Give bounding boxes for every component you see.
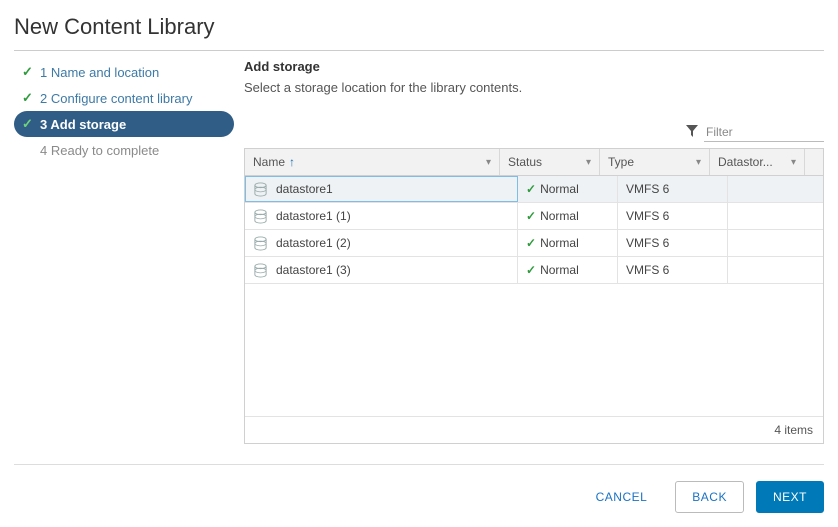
item-count: 4 items (774, 423, 813, 437)
chevron-down-icon: ▾ (486, 157, 491, 168)
table-row[interactable]: datastore1 ✓ Normal VMFS 6 (245, 176, 823, 203)
grid-body[interactable]: datastore1 ✓ Normal VMFS 6 datastore1 (1)… (245, 176, 823, 416)
cell-type: VMFS 6 (626, 209, 669, 223)
cell-status: Normal (540, 182, 579, 196)
step-name-location[interactable]: ✓ 1 Name and location (14, 59, 234, 85)
cell-name: datastore1 (1) (276, 209, 351, 223)
cell-status: Normal (540, 263, 579, 277)
cell-name: datastore1 (3) (276, 263, 351, 277)
column-spacer (805, 149, 823, 175)
check-icon: ✓ (22, 90, 34, 106)
status-ok-icon: ✓ (526, 182, 536, 196)
chevron-down-icon: ▾ (696, 157, 701, 168)
status-ok-icon: ✓ (526, 209, 536, 223)
datastore-icon (253, 209, 268, 224)
column-datastore[interactable]: Datastor... ▾ (710, 149, 805, 175)
column-label: Status (508, 155, 542, 169)
next-button[interactable]: NEXT (756, 481, 824, 513)
step-ready-complete: ✓ 4 Ready to complete (14, 137, 234, 163)
check-icon: ✓ (22, 64, 34, 80)
filter-icon (686, 125, 698, 140)
datastore-grid: Name ↑ ▾ Status ▾ Type ▾ Datastor... ▾ (244, 148, 824, 444)
wizard-buttons: CANCEL BACK NEXT (14, 464, 824, 513)
cell-status: Normal (540, 209, 579, 223)
panel-heading: Add storage (244, 59, 824, 74)
column-type[interactable]: Type ▾ (600, 149, 710, 175)
datastore-icon (253, 182, 268, 197)
cell-name: datastore1 (2) (276, 236, 351, 250)
grid-header: Name ↑ ▾ Status ▾ Type ▾ Datastor... ▾ (245, 149, 823, 176)
step-label: 1 Name and location (40, 65, 159, 80)
cell-name: datastore1 (276, 182, 333, 196)
step-configure-library[interactable]: ✓ 2 Configure content library (14, 85, 234, 111)
table-row[interactable]: datastore1 (1) ✓ Normal VMFS 6 (245, 203, 823, 230)
chevron-down-icon: ▾ (586, 157, 591, 168)
sort-asc-icon: ↑ (289, 155, 295, 169)
table-row[interactable]: datastore1 (3) ✓ Normal VMFS 6 (245, 257, 823, 284)
column-name[interactable]: Name ↑ ▾ (245, 149, 500, 175)
table-row[interactable]: datastore1 (2) ✓ Normal VMFS 6 (245, 230, 823, 257)
column-label: Datastor... (718, 155, 773, 169)
cancel-button[interactable]: CANCEL (580, 481, 664, 513)
column-status[interactable]: Status ▾ (500, 149, 600, 175)
step-label: 3 Add storage (40, 117, 126, 132)
step-label: 2 Configure content library (40, 91, 192, 106)
column-label: Type (608, 155, 634, 169)
cell-type: VMFS 6 (626, 263, 669, 277)
cell-type: VMFS 6 (626, 182, 669, 196)
column-label: Name (253, 155, 285, 169)
grid-footer: 4 items (245, 416, 823, 443)
datastore-icon (253, 236, 268, 251)
step-add-storage[interactable]: ✓ 3 Add storage (14, 111, 234, 137)
panel-subheading: Select a storage location for the librar… (244, 80, 824, 95)
cell-type: VMFS 6 (626, 236, 669, 250)
step-label: 4 Ready to complete (40, 143, 159, 158)
wizard-content: Add storage Select a storage location fo… (244, 59, 824, 444)
datastore-icon (253, 263, 268, 278)
status-ok-icon: ✓ (526, 263, 536, 277)
chevron-down-icon: ▾ (791, 157, 796, 168)
wizard-steps: ✓ 1 Name and location ✓ 2 Configure cont… (14, 59, 244, 444)
status-ok-icon: ✓ (526, 236, 536, 250)
filter-input[interactable] (704, 123, 824, 142)
back-button[interactable]: BACK (675, 481, 744, 513)
check-icon: ✓ (22, 116, 34, 132)
cell-status: Normal (540, 236, 579, 250)
wizard-title: New Content Library (14, 10, 824, 51)
